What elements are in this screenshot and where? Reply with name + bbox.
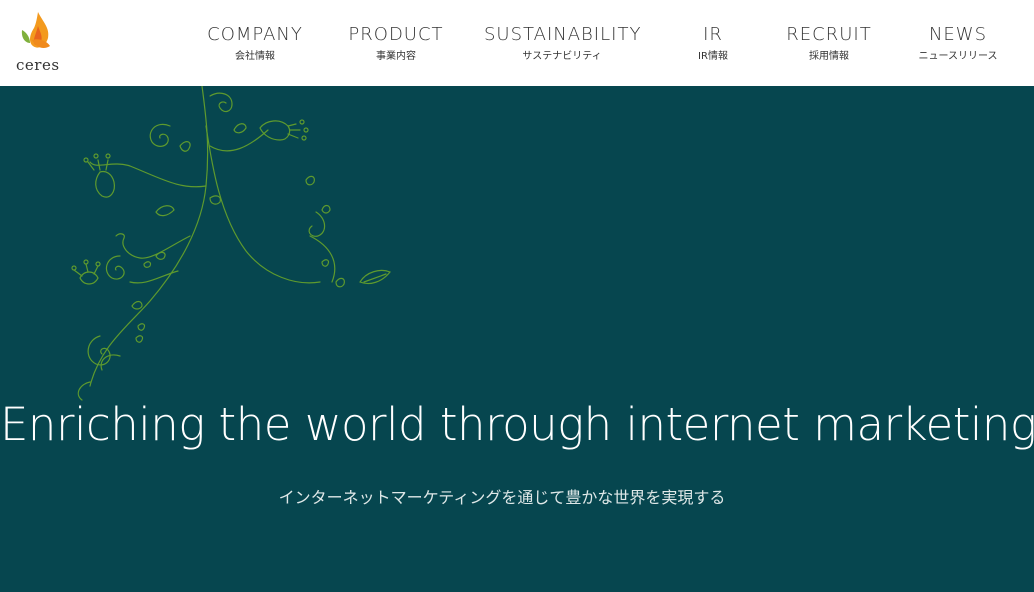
botanical-vine-icon bbox=[71, 86, 391, 401]
ceres-logo[interactable]: ceres bbox=[12, 10, 62, 74]
hero-section: Enriching the world through internet mar… bbox=[0, 86, 1034, 592]
nav-ir[interactable]: IR IR情報 bbox=[683, 24, 743, 64]
nav-ir-label: IR bbox=[703, 24, 723, 45]
nav-sustainability-label: SUSTAINABILITY bbox=[484, 24, 642, 45]
nav-recruit[interactable]: RECRUIT 採用情報 bbox=[784, 24, 874, 64]
hero-subline: インターネットマーケティングを通じて豊かな世界を実現する bbox=[278, 488, 726, 507]
nav-sustainability-sublabel: サステナビリティ bbox=[522, 51, 602, 62]
hero-headline: Enriching the world through internet mar… bbox=[0, 398, 1034, 451]
nav-news-label: NEWS bbox=[928, 24, 988, 45]
nav-company[interactable]: COMPANY 会社情報 bbox=[207, 24, 303, 64]
nav-company-sublabel: 会社情報 bbox=[235, 51, 275, 62]
flame-leaf-icon bbox=[21, 12, 50, 48]
nav-recruit-label: RECRUIT bbox=[786, 24, 872, 45]
nav-product-label: PRODUCT bbox=[348, 24, 444, 45]
nav-ir-sublabel: IR情報 bbox=[698, 51, 728, 62]
nav-recruit-sublabel: 採用情報 bbox=[809, 51, 849, 62]
nav-product-sublabel: 事業内容 bbox=[376, 51, 416, 62]
nav-news[interactable]: NEWS ニュースリリース bbox=[910, 24, 1006, 64]
logo-text: ceres bbox=[16, 56, 60, 74]
nav-sustainability[interactable]: SUSTAINABILITY サステナビリティ bbox=[484, 24, 640, 64]
site-header: ceres COMPANY 会社情報 PRODUCT 事業内容 SUSTAINA… bbox=[0, 0, 1034, 86]
nav-news-sublabel: ニュースリリース bbox=[918, 51, 998, 62]
nav-company-label: COMPANY bbox=[207, 24, 303, 45]
nav-product[interactable]: PRODUCT 事業内容 bbox=[348, 24, 444, 64]
